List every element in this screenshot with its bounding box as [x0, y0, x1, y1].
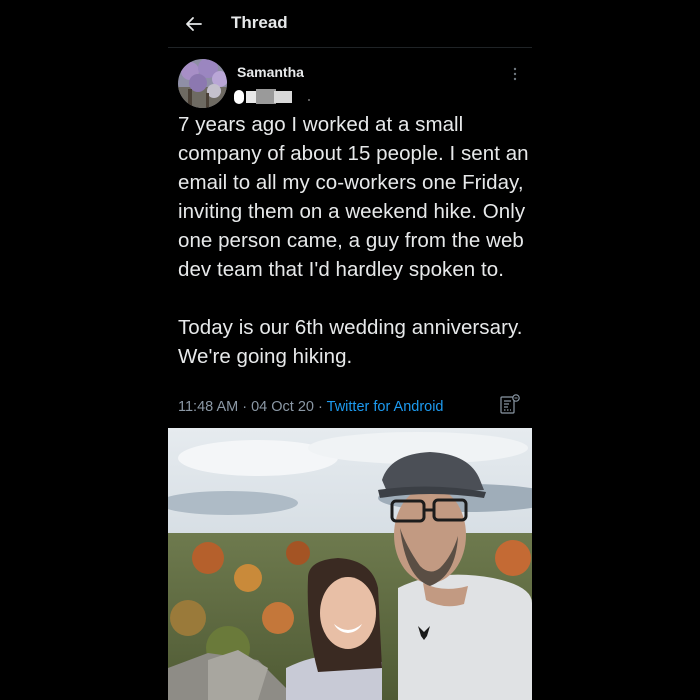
meta-separator: ·	[242, 399, 248, 415]
author-name[interactable]: Samantha	[237, 64, 304, 80]
translate-button[interactable]	[499, 393, 521, 417]
tweet-date: 04 Oct 20	[251, 399, 314, 415]
meta-separator: ·	[318, 399, 323, 415]
phone-screen: Thread Samantha 7 years ago I worked at …	[168, 0, 532, 700]
tweet-meta: 11:48 AM · 04 Oct 20 · Twitter for Andro…	[178, 399, 444, 415]
redacted-handle	[234, 89, 310, 104]
more-options-button[interactable]	[508, 64, 522, 84]
tweet-text: 7 years ago I worked at a small company …	[178, 113, 529, 368]
avatar[interactable]	[178, 59, 227, 108]
translate-icon	[500, 394, 520, 414]
top-bar: Thread	[168, 0, 532, 48]
tweet-source-link[interactable]: Twitter for Android	[327, 399, 444, 415]
back-button[interactable]	[182, 12, 206, 36]
more-vertical-icon	[513, 67, 517, 81]
tweet-time: 11:48 AM	[178, 399, 239, 415]
page-title: Thread	[231, 13, 288, 32]
arrow-left-icon	[186, 17, 202, 31]
tweet-photo[interactable]	[168, 428, 532, 700]
